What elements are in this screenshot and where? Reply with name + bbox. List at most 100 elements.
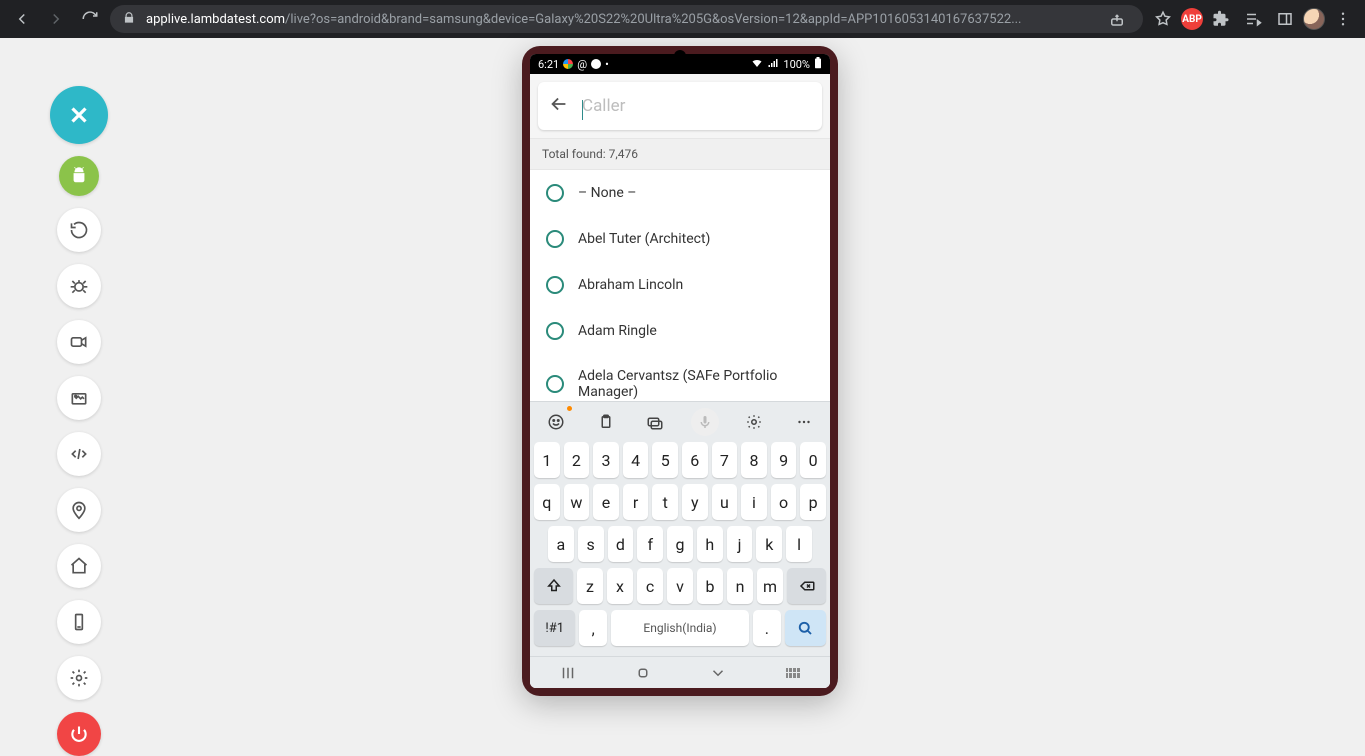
keyboard-toolbar [530, 402, 830, 442]
address-bar[interactable]: applive.lambdatest.com/live?os=android&b… [110, 5, 1143, 33]
key[interactable]: u [712, 484, 738, 520]
key[interactable]: i [741, 484, 767, 520]
key[interactable]: 4 [623, 442, 649, 478]
key[interactable]: 3 [593, 442, 619, 478]
keyboard-row-space: !#1 , English(India) . [534, 610, 826, 646]
key[interactable]: k [756, 526, 782, 562]
radio-icon [546, 184, 564, 202]
device-info-button[interactable] [57, 600, 101, 644]
close-session-button[interactable] [50, 86, 108, 144]
key[interactable]: t [652, 484, 678, 520]
key[interactable]: e [593, 484, 619, 520]
symbols-key[interactable]: !#1 [534, 610, 575, 646]
extensions-icon[interactable] [1207, 5, 1235, 33]
location-button[interactable] [57, 488, 101, 532]
bug-button[interactable] [57, 264, 101, 308]
key[interactable]: q [534, 484, 560, 520]
rotate-button[interactable] [57, 208, 101, 252]
abp-extension-badge[interactable]: ABP [1181, 8, 1203, 30]
key[interactable]: j [727, 526, 753, 562]
lock-icon [122, 10, 136, 29]
keyboard-row-mid: a s d f g h j k l [534, 526, 826, 562]
key[interactable]: n [727, 568, 753, 604]
key[interactable]: o [771, 484, 797, 520]
gif-icon[interactable] [641, 408, 669, 436]
keyboard-settings-icon[interactable] [740, 408, 768, 436]
key[interactable]: l [786, 526, 812, 562]
key[interactable]: z [577, 568, 603, 604]
list-item[interactable]: Adam Ringle [530, 308, 830, 354]
emoji-icon[interactable] [542, 408, 570, 436]
key[interactable]: y [682, 484, 708, 520]
key[interactable]: b [697, 568, 723, 604]
keyboard-more-icon[interactable] [790, 408, 818, 436]
key[interactable]: 5 [652, 442, 678, 478]
period-key[interactable]: . [753, 610, 781, 646]
text-cursor [582, 100, 583, 120]
devtools-button[interactable] [57, 432, 101, 476]
kebab-menu-icon[interactable] [1329, 5, 1357, 33]
shift-key[interactable] [534, 568, 573, 604]
radio-icon [546, 230, 564, 248]
share-icon[interactable] [1103, 5, 1131, 33]
key[interactable]: a [548, 526, 574, 562]
android-navbar [530, 656, 830, 688]
video-button[interactable] [57, 320, 101, 364]
key[interactable]: f [637, 526, 663, 562]
url-text: applive.lambdatest.com/live?os=android&b… [146, 12, 1093, 27]
back-nav-icon[interactable] [698, 664, 738, 682]
key[interactable]: d [608, 526, 634, 562]
playlist-icon[interactable] [1239, 5, 1267, 33]
nav-forward-button[interactable] [42, 5, 70, 33]
list-item[interactable]: Adela Cervantsz (SAFe Portfolio Manager) [530, 354, 830, 401]
nav-back-button[interactable] [8, 5, 36, 33]
key[interactable]: c [637, 568, 663, 604]
search-back-button[interactable] [548, 93, 570, 119]
backspace-key[interactable] [787, 568, 826, 604]
nav-reload-button[interactable] [76, 5, 104, 33]
key[interactable]: 2 [564, 442, 590, 478]
search-input[interactable]: Caller [582, 96, 812, 116]
key[interactable]: r [623, 484, 649, 520]
key[interactable]: x [607, 568, 633, 604]
home-button[interactable] [57, 544, 101, 588]
list-item[interactable]: – None – [530, 170, 830, 216]
results-list: – None – Abel Tuter (Architect) Abraham … [530, 170, 830, 401]
key[interactable]: g [667, 526, 693, 562]
power-button[interactable] [57, 712, 101, 756]
key[interactable]: p [800, 484, 826, 520]
settings-button[interactable] [57, 656, 101, 700]
recents-nav-icon[interactable] [548, 664, 588, 682]
home-nav-icon[interactable] [623, 664, 663, 682]
list-item[interactable]: Abel Tuter (Architect) [530, 216, 830, 262]
key[interactable]: 8 [741, 442, 767, 478]
android-icon[interactable] [59, 156, 99, 196]
keyboard-row-top: q w e r t y u i o p [534, 484, 826, 520]
key[interactable]: 1 [534, 442, 560, 478]
clipboard-icon[interactable] [592, 408, 620, 436]
key[interactable]: 0 [800, 442, 826, 478]
session-toolbar [50, 86, 108, 756]
key[interactable]: h [697, 526, 723, 562]
key[interactable]: s [578, 526, 604, 562]
key[interactable]: 7 [712, 442, 738, 478]
key[interactable]: v [667, 568, 693, 604]
wifi-icon [751, 57, 763, 72]
screenshot-button[interactable] [57, 376, 101, 420]
at-icon: @ [577, 58, 587, 71]
list-item[interactable]: Abraham Lincoln [530, 262, 830, 308]
status-time: 6:21 [538, 58, 559, 71]
profile-avatar[interactable] [1303, 8, 1325, 30]
panel-icon[interactable] [1271, 5, 1299, 33]
comma-key[interactable]: , [579, 610, 607, 646]
search-bar: Caller [538, 82, 822, 130]
search-action-key[interactable] [785, 610, 826, 646]
key[interactable]: 9 [771, 442, 797, 478]
hide-keyboard-icon[interactable] [773, 668, 813, 678]
key[interactable]: 6 [682, 442, 708, 478]
space-key[interactable]: English(India) [611, 610, 749, 646]
bookmark-star-icon[interactable] [1149, 5, 1177, 33]
key[interactable]: w [564, 484, 590, 520]
mic-icon[interactable] [691, 408, 719, 436]
key[interactable]: m [757, 568, 783, 604]
